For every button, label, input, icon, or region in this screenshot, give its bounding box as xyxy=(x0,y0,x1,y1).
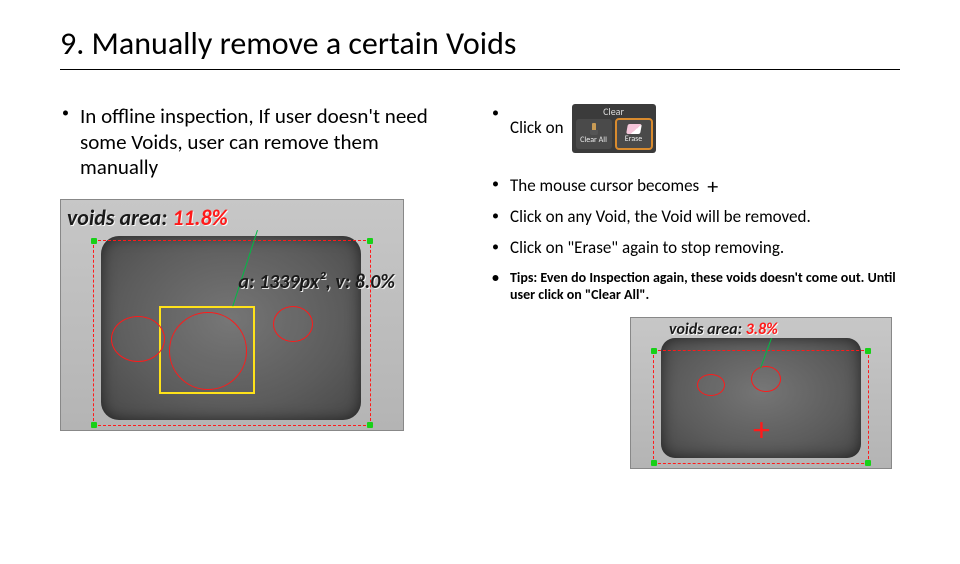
left-bullets: In offline inspection, If user doesn't n… xyxy=(60,104,460,181)
void-outline xyxy=(751,366,781,392)
voids-area-label: voids area: xyxy=(67,204,167,231)
inspection-screenshot-before: voids area: 11.8% a: 1339px², v: 8.0% xyxy=(60,199,404,431)
void-annotation: a: 1339px², v: 8.0% xyxy=(238,270,395,294)
left-column: In offline inspection, If user doesn't n… xyxy=(60,104,460,469)
right-bullets: Click on Clear Clear All Erase xyxy=(490,104,910,303)
erase-button[interactable]: Erase xyxy=(616,119,652,149)
void-outline xyxy=(111,316,165,362)
title-underline xyxy=(60,69,900,70)
slide-title: 9. Manually remove a certain Voids xyxy=(60,24,960,67)
voids-area-label: voids area: xyxy=(669,320,742,339)
roi-handle xyxy=(367,422,373,428)
roi-handle xyxy=(651,348,657,354)
voids-area-readout: voids area: 11.8% xyxy=(67,204,228,231)
plus-cursor-glyph: + xyxy=(707,176,718,198)
brush-icon xyxy=(589,123,599,135)
toolbar-snippet: Clear Clear All Erase xyxy=(572,104,656,153)
eraser-icon xyxy=(626,124,642,134)
clear-all-button[interactable]: Clear All xyxy=(576,119,612,149)
void-outline xyxy=(169,312,247,390)
right-column: Click on Clear Clear All Erase xyxy=(490,104,910,469)
voids-area-value: 3.8% xyxy=(746,320,778,339)
clear-all-label: Clear All xyxy=(580,136,607,146)
left-intro-bullet: In offline inspection, If user doesn't n… xyxy=(60,104,460,181)
roi-handle xyxy=(651,460,657,466)
content-columns: In offline inspection, If user doesn't n… xyxy=(60,104,910,469)
bullet-cursor: The mouse cursor becomes + xyxy=(490,175,910,197)
plus-cursor-overlay: + xyxy=(753,414,770,448)
bullet-stop: Click on "Erase" again to stop removing. xyxy=(490,238,910,259)
bullet-remove: Click on any Void, the Void will be remo… xyxy=(490,207,910,228)
roi-handle xyxy=(865,348,871,354)
bullet-tip: Tips: Even do Inspection again, these vo… xyxy=(490,269,910,303)
annot-text: a: 1339px², v: 8.0% xyxy=(238,270,395,294)
bullet-click-on: Click on Clear Clear All Erase xyxy=(490,104,910,153)
toolbar-header: Clear xyxy=(576,106,652,118)
bullet-click-on-text: Click on xyxy=(510,118,564,139)
roi-handle xyxy=(91,238,97,244)
roi-handle xyxy=(91,422,97,428)
inspection-screenshot-after: voids area: 3.8% + xyxy=(630,317,892,469)
roi-handle xyxy=(367,238,373,244)
void-outline xyxy=(697,374,725,396)
void-outline xyxy=(273,306,313,342)
roi-handle xyxy=(865,460,871,466)
erase-label: Erase xyxy=(625,135,642,145)
voids-area-readout: voids area: 3.8% xyxy=(669,320,778,339)
voids-area-value: 11.8% xyxy=(172,204,227,231)
bullet-cursor-text: The mouse cursor becomes xyxy=(510,176,699,197)
